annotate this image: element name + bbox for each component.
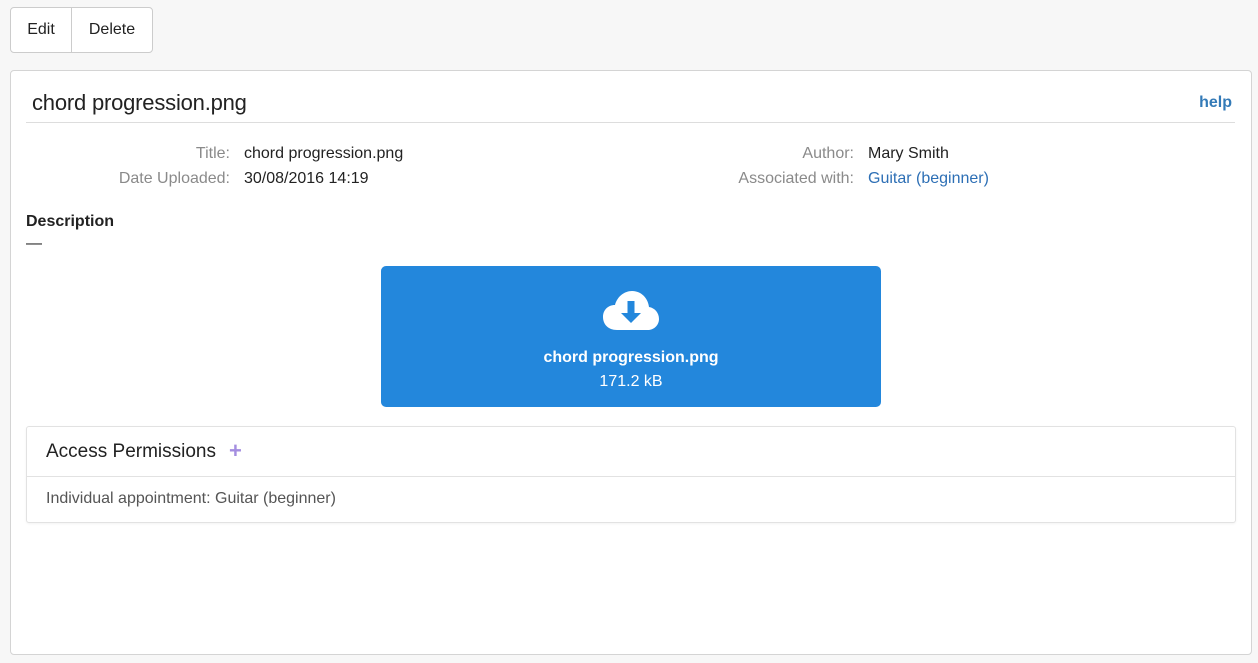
cloud-download-icon <box>603 291 659 330</box>
help-link[interactable]: help <box>1199 94 1232 112</box>
action-toolbar: Edit Delete <box>10 7 153 53</box>
access-permissions-title: Access Permissions <box>46 441 216 462</box>
panel-header: chord progression.png help <box>26 71 1235 123</box>
title-value: chord progression.png <box>244 145 404 162</box>
page-title: chord progression.png <box>32 90 247 115</box>
access-permissions-panel: Access Permissions + Individual appointm… <box>26 426 1236 523</box>
date-uploaded-label: Date Uploaded: <box>118 170 230 187</box>
file-detail-panel: chord progression.png help Title: chord … <box>10 70 1252 655</box>
title-label: Title: <box>195 145 230 162</box>
edit-button[interactable]: Edit <box>11 8 72 52</box>
author-label: Author: <box>802 145 854 162</box>
associated-with-link[interactable]: Guitar (beginner) <box>868 170 989 188</box>
description-heading: Description <box>26 213 115 230</box>
download-button[interactable]: chord progression.png 171.2 kB <box>381 266 881 407</box>
access-permissions-header: Access Permissions + <box>27 427 1235 477</box>
description-value: — <box>26 235 42 252</box>
delete-button[interactable]: Delete <box>72 8 152 52</box>
add-permission-icon[interactable]: + <box>229 439 242 463</box>
permission-item: Individual appointment: Guitar (beginner… <box>46 490 336 507</box>
author-value: Mary Smith <box>868 145 949 162</box>
associated-with-label: Associated with: <box>738 170 854 187</box>
download-filesize: 171.2 kB <box>599 373 663 390</box>
download-filename: chord progression.png <box>543 349 719 366</box>
date-uploaded-value: 30/08/2016 14:19 <box>244 170 369 187</box>
